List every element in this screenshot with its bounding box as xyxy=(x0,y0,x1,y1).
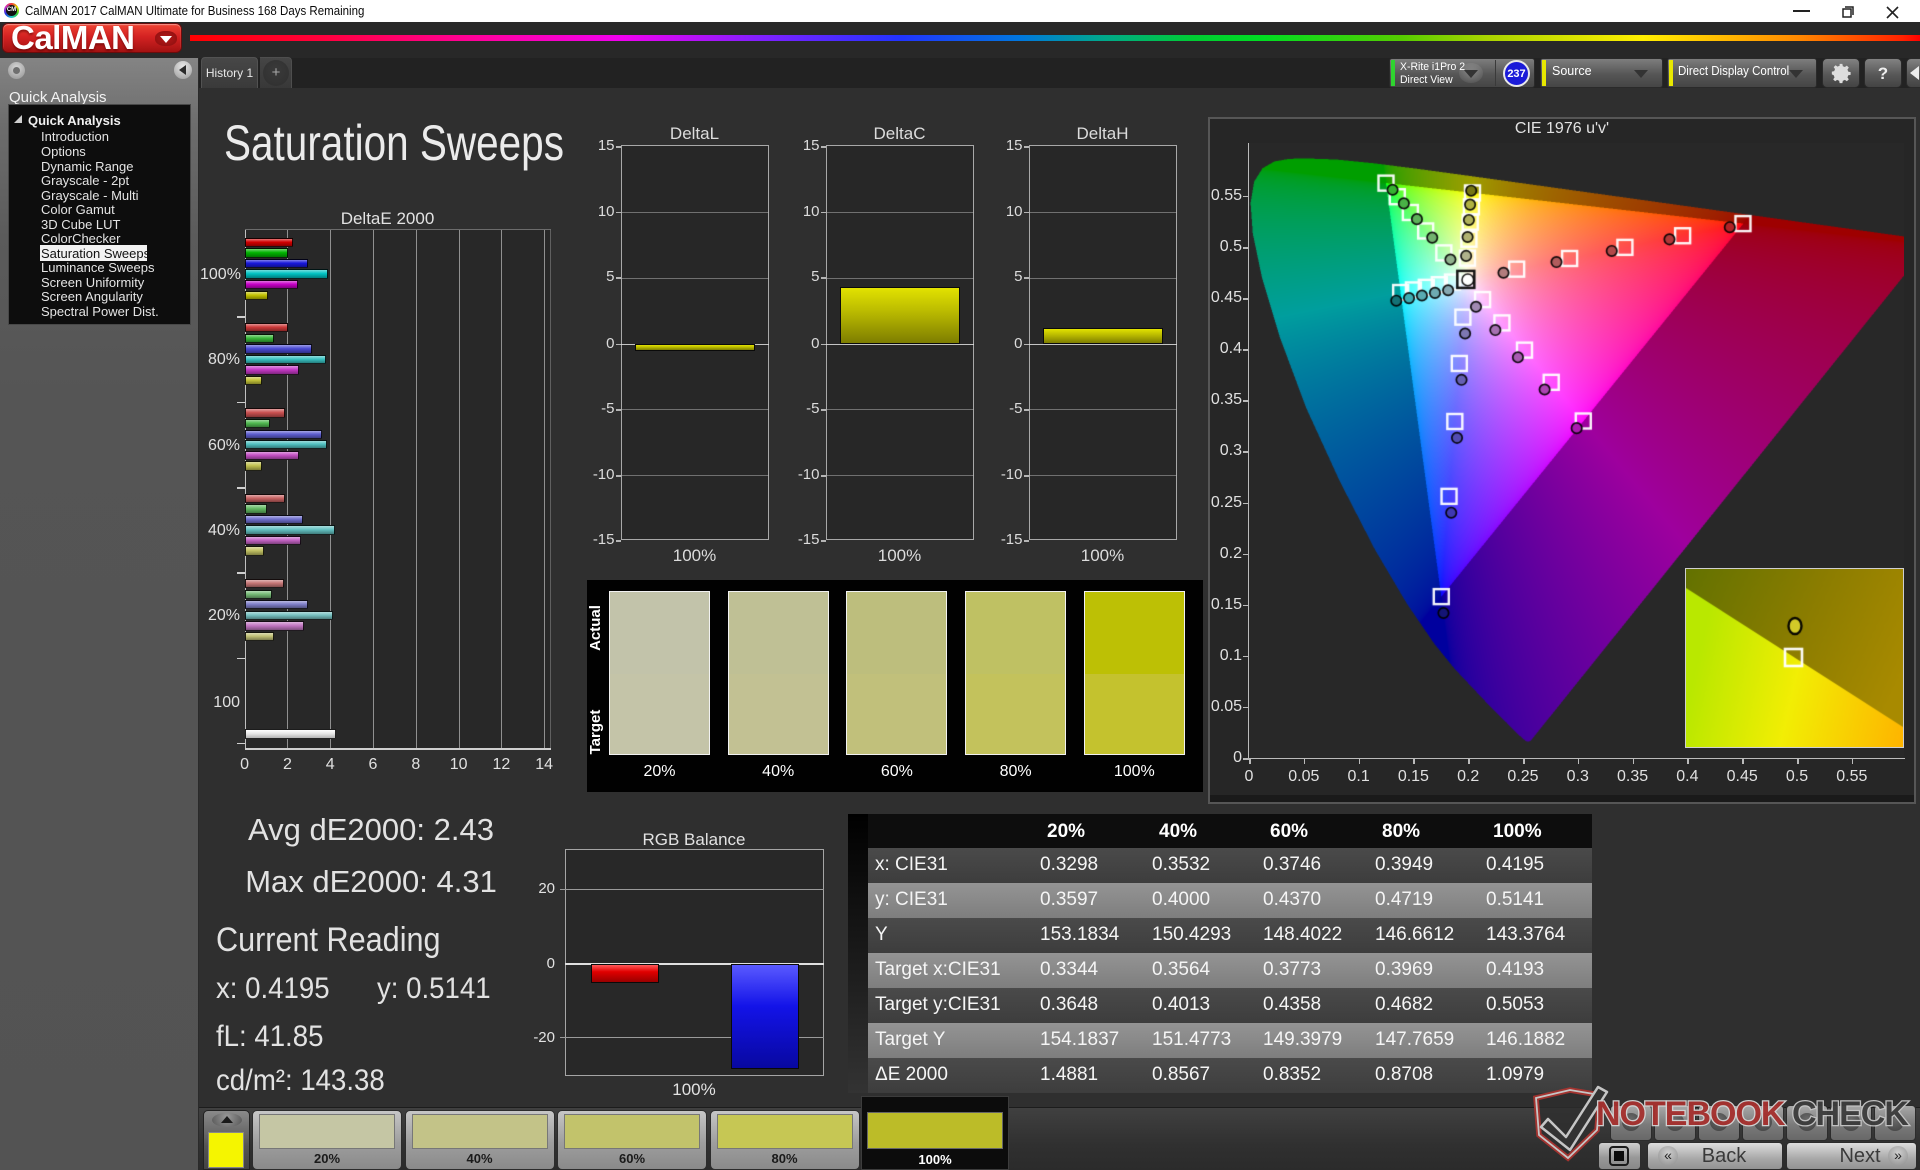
svg-text:CHECK: CHECK xyxy=(1792,1095,1909,1133)
svg-text:NOTEBOOK: NOTEBOOK xyxy=(1596,1095,1786,1133)
